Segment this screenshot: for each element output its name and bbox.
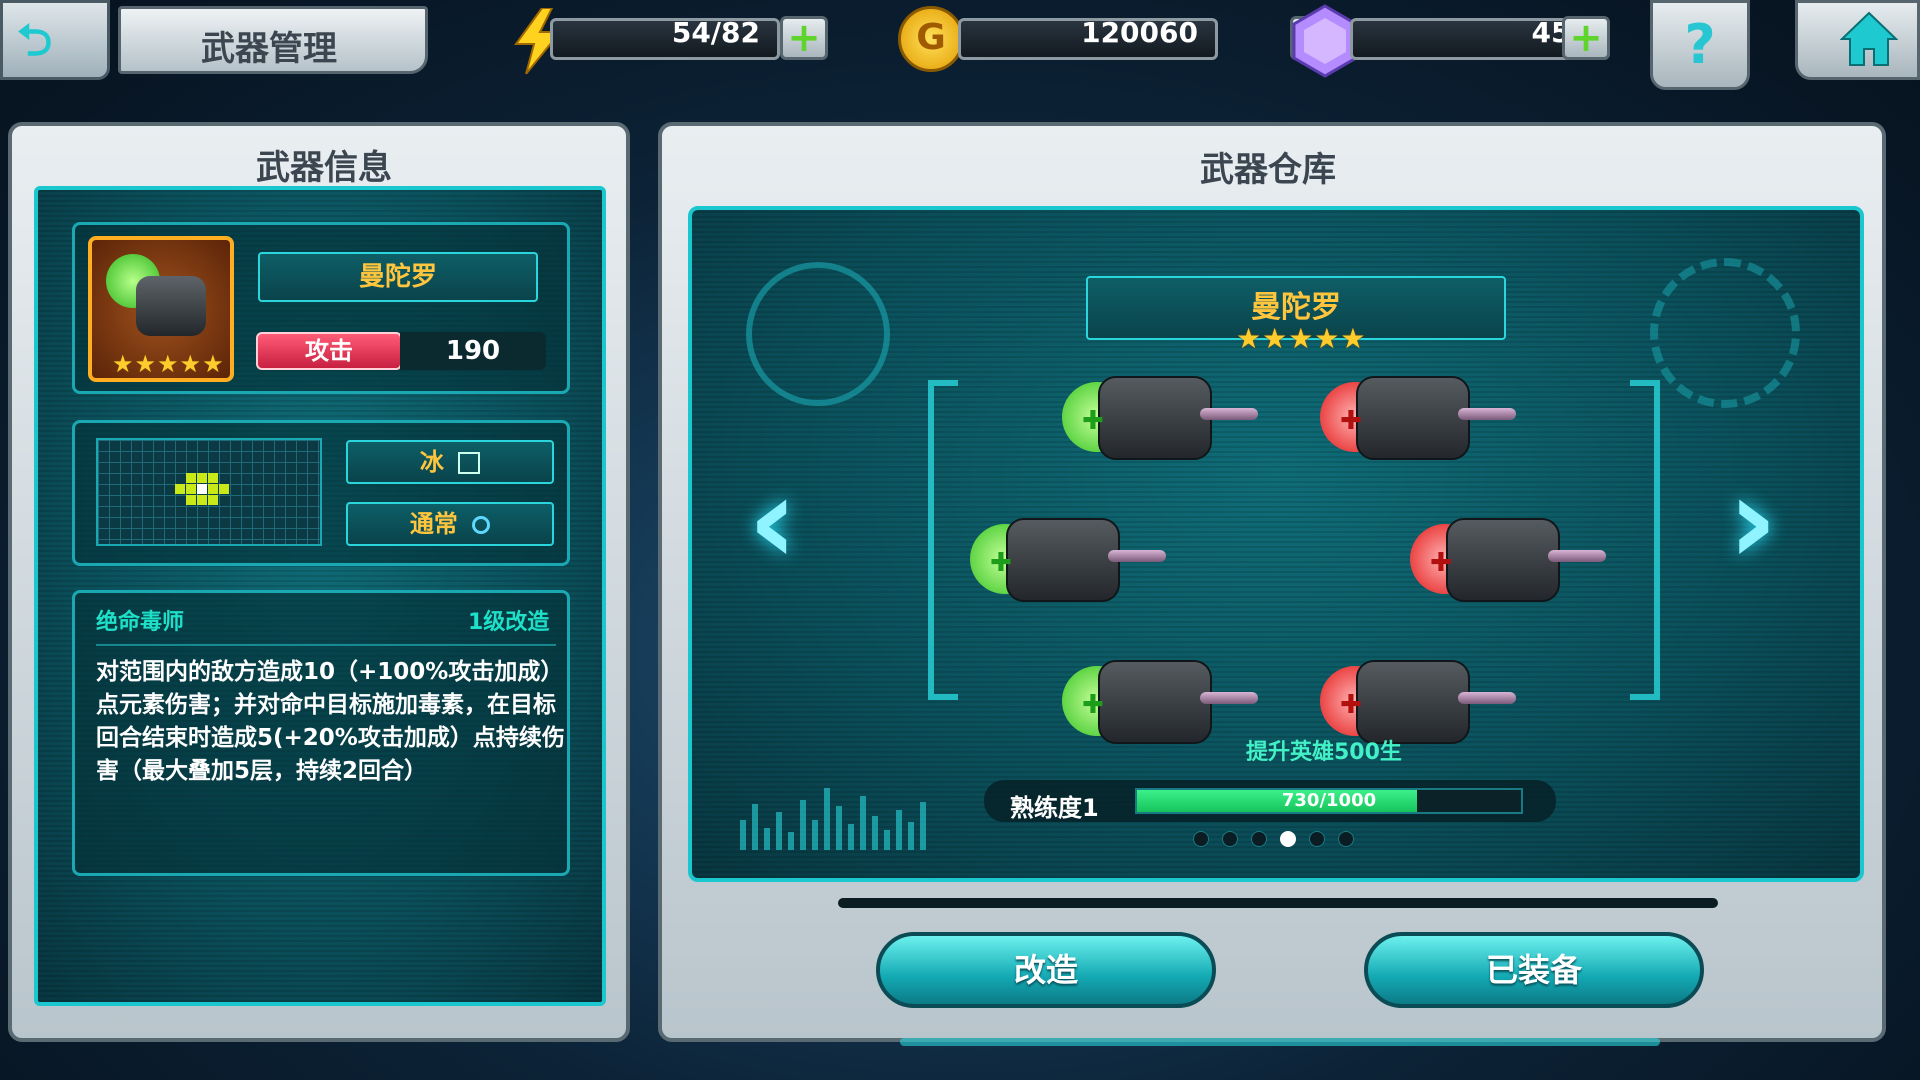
plus-cross-icon: ✚ — [1082, 690, 1104, 720]
weapon-item[interactable]: ✚ — [1312, 352, 1516, 482]
gold-coin-icon: G — [898, 6, 964, 72]
weapon-body-icon — [136, 276, 206, 336]
range-cell — [186, 495, 196, 505]
type-tag: 通常 — [346, 502, 554, 546]
drill-icon — [1200, 692, 1258, 704]
radar-decoration — [1650, 258, 1800, 408]
home-icon — [1840, 11, 1898, 66]
page-dot[interactable] — [1309, 831, 1325, 847]
top-bar: ⮌ 武器管理 54/82 + G 120060 450 + ? — [0, 0, 1920, 95]
gold-display: G 120060 — [898, 6, 1228, 72]
proficiency-bar: 730/1000 — [1135, 788, 1523, 814]
upgrade-level: 1级改造 — [468, 610, 550, 635]
bottom-divider — [838, 898, 1718, 908]
right-bracket-decoration — [1630, 380, 1660, 700]
weapon-item[interactable]: ✚ — [1054, 352, 1258, 482]
range-cell — [186, 473, 196, 483]
weapon-body — [1098, 660, 1212, 744]
attack-value: 190 — [400, 332, 546, 370]
page-dot[interactable] — [1280, 831, 1296, 847]
page-dot[interactable] — [1193, 831, 1209, 847]
left-arrow-icon[interactable]: ‹ — [748, 462, 797, 582]
drill-icon — [1548, 550, 1606, 562]
attack-label: 攻击 — [256, 332, 402, 370]
weapon-item[interactable]: ✚ — [1054, 636, 1258, 766]
drill-icon — [1200, 408, 1258, 420]
range-cell — [208, 484, 218, 494]
proficiency-text: 730/1000 — [1281, 790, 1377, 811]
plus-cross-icon: ✚ — [1340, 406, 1362, 436]
equipped-button[interactable]: 已装备 — [1364, 932, 1704, 1008]
energy-value: 54/82 — [671, 16, 760, 49]
page-dot[interactable] — [1222, 831, 1238, 847]
left-bracket-decoration — [928, 380, 958, 700]
warehouse-title: 武器仓库 — [1200, 150, 1336, 190]
target-icon — [472, 516, 491, 534]
skill-divider — [96, 644, 556, 646]
plus-icon: + — [787, 15, 821, 61]
plus-cross-icon: ✚ — [1340, 690, 1362, 720]
page-dot[interactable] — [1338, 831, 1354, 847]
gem-value: 450 — [1531, 16, 1590, 49]
range-cell — [219, 484, 229, 494]
plus-cross-icon: ✚ — [990, 548, 1012, 578]
add-gem-button[interactable]: + — [1562, 16, 1610, 60]
warehouse-stars: ★★★★★ — [1236, 322, 1367, 355]
weapon-body — [1006, 518, 1120, 602]
plus-icon: + — [1569, 15, 1603, 61]
element-label: 冰 — [419, 448, 444, 476]
element-tag: 冰 — [346, 440, 554, 484]
weapon-name-label: 曼陀罗 — [258, 252, 538, 302]
range-cell — [208, 495, 218, 505]
signal-bars-decoration — [740, 770, 950, 850]
plus-cross-icon: ✚ — [1082, 406, 1104, 436]
title-plate: 武器管理 — [118, 6, 428, 74]
weapon-info-title: 武器信息 — [256, 148, 392, 188]
page-title: 武器管理 — [201, 29, 337, 69]
range-cell — [197, 473, 207, 483]
home-button[interactable] — [1795, 0, 1920, 80]
radar-decoration — [746, 262, 890, 406]
bottom-glow-line — [900, 1038, 1660, 1046]
back-icon: ⮌ — [17, 15, 53, 66]
skill-description: 对范围内的敌方造成10（+100%攻击加成）点元素伤害；并对命中目标施加毒素，在… — [96, 659, 565, 784]
ice-icon — [458, 452, 481, 474]
drill-icon — [1108, 550, 1166, 562]
range-cell — [175, 484, 185, 494]
range-cell — [208, 473, 218, 483]
drill-icon — [1458, 692, 1516, 704]
weapon-thumbnail: ★★★★★ — [88, 236, 234, 382]
range-cell — [197, 495, 207, 505]
range-center-cell — [197, 484, 207, 494]
weapon-body — [1356, 660, 1470, 744]
drill-icon — [1458, 408, 1516, 420]
help-button[interactable]: ? — [1650, 0, 1750, 90]
type-label: 通常 — [409, 510, 458, 538]
weapon-item[interactable]: ✚ — [962, 494, 1166, 624]
weapon-body — [1356, 376, 1470, 460]
plus-cross-icon: ✚ — [1430, 548, 1452, 578]
page-dot[interactable] — [1251, 831, 1267, 847]
thumbnail-stars: ★★★★★ — [112, 350, 225, 378]
skill-name: 绝命毒师 — [96, 610, 185, 635]
weapon-body — [1098, 376, 1212, 460]
gold-value: 120060 — [1081, 16, 1198, 49]
help-icon: ? — [1684, 13, 1716, 76]
back-button[interactable]: ⮌ — [0, 0, 110, 80]
modify-button[interactable]: 改造 — [876, 932, 1216, 1008]
weapon-body — [1446, 518, 1560, 602]
range-cell — [186, 484, 196, 494]
weapon-item[interactable]: ✚ — [1402, 494, 1606, 624]
proficiency-label: 熟练度1 — [1010, 794, 1099, 822]
attack-range-grid — [96, 438, 322, 546]
right-arrow-icon[interactable]: › — [1728, 462, 1777, 582]
effect-overlay-text: 提升英雄500生 — [1246, 740, 1402, 765]
add-energy-button[interactable]: + — [780, 16, 828, 60]
